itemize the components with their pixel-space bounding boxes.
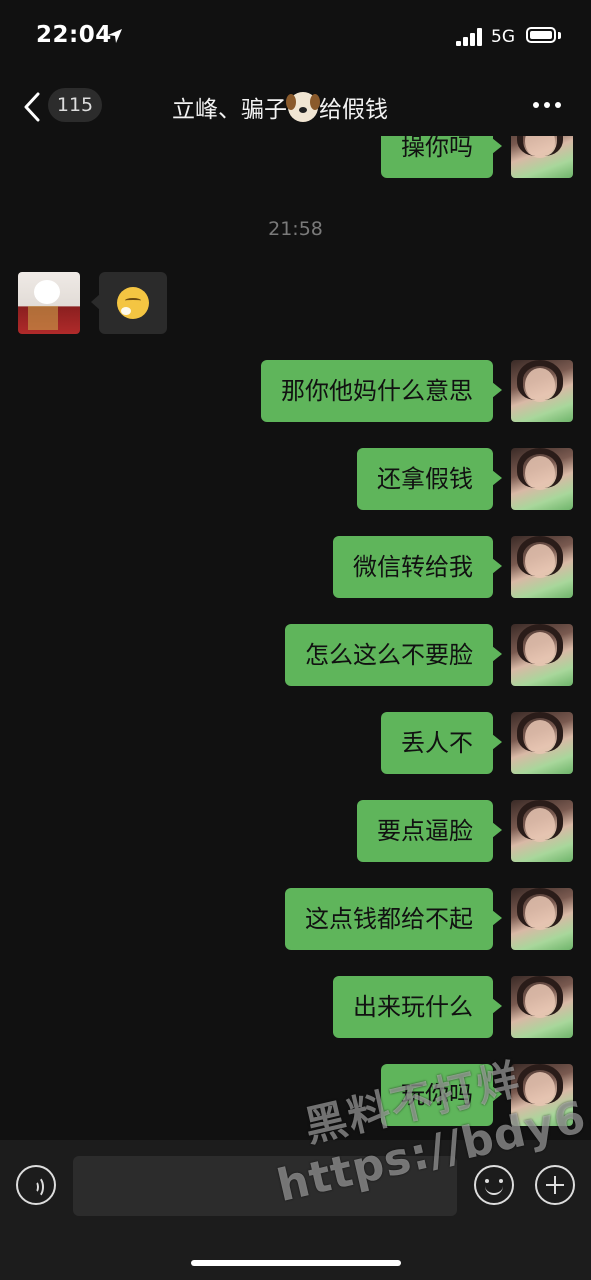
home-indicator bbox=[191, 1260, 401, 1266]
my-avatar[interactable] bbox=[511, 624, 573, 686]
my-avatar[interactable] bbox=[511, 888, 573, 950]
outgoing-message[interactable]: 微信转给我 bbox=[333, 536, 502, 598]
incoming-message[interactable] bbox=[91, 272, 167, 334]
outgoing-message[interactable]: 那你他妈什么意思 bbox=[261, 360, 502, 422]
my-avatar[interactable] bbox=[511, 536, 573, 598]
nav-bar: 115 立峰、骗子 给假钱 bbox=[0, 78, 591, 136]
back-chevron-icon[interactable] bbox=[22, 92, 42, 122]
chat-area[interactable]: 操你吗 21:58 那你他妈什么意思 还拿假钱 微信转给我 怎么这么不要脸 丢人… bbox=[0, 136, 591, 1140]
outgoing-message[interactable]: 怎么这么不要脸 bbox=[285, 624, 502, 686]
my-avatar[interactable] bbox=[511, 800, 573, 862]
network-label: 5G bbox=[491, 27, 515, 47]
voice-input-button[interactable] bbox=[16, 1165, 56, 1205]
message-timestamp: 21:58 bbox=[268, 218, 323, 240]
chat-title-part1: 立峰、骗子 bbox=[172, 97, 287, 123]
dog-emoji-icon bbox=[286, 92, 320, 122]
unread-count-badge[interactable]: 115 bbox=[48, 88, 102, 122]
my-avatar[interactable] bbox=[511, 712, 573, 774]
my-avatar[interactable] bbox=[511, 448, 573, 510]
battery-icon bbox=[526, 27, 556, 43]
signal-icon bbox=[456, 28, 484, 46]
outgoing-message[interactable]: 丢人不 bbox=[381, 712, 502, 774]
my-avatar[interactable] bbox=[511, 360, 573, 422]
outgoing-message[interactable]: 要点逼脸 bbox=[357, 800, 502, 862]
status-bar: 22:04 5G bbox=[0, 0, 591, 78]
sneezing-face-emoji-icon bbox=[117, 287, 149, 319]
more-options-icon[interactable] bbox=[533, 102, 563, 110]
chat-title-part2: 给假钱 bbox=[319, 97, 388, 123]
outgoing-message[interactable]: 这点钱都给不起 bbox=[285, 888, 502, 950]
chat-title: 立峰、骗子 给假钱 bbox=[172, 90, 388, 124]
outgoing-message[interactable]: 操你吗 bbox=[381, 136, 502, 178]
my-avatar[interactable] bbox=[511, 136, 573, 178]
outgoing-message[interactable]: 还拿假钱 bbox=[357, 448, 502, 510]
status-time: 22:04 bbox=[36, 22, 112, 48]
contact-avatar[interactable] bbox=[18, 272, 80, 334]
location-arrow-icon bbox=[108, 29, 122, 43]
